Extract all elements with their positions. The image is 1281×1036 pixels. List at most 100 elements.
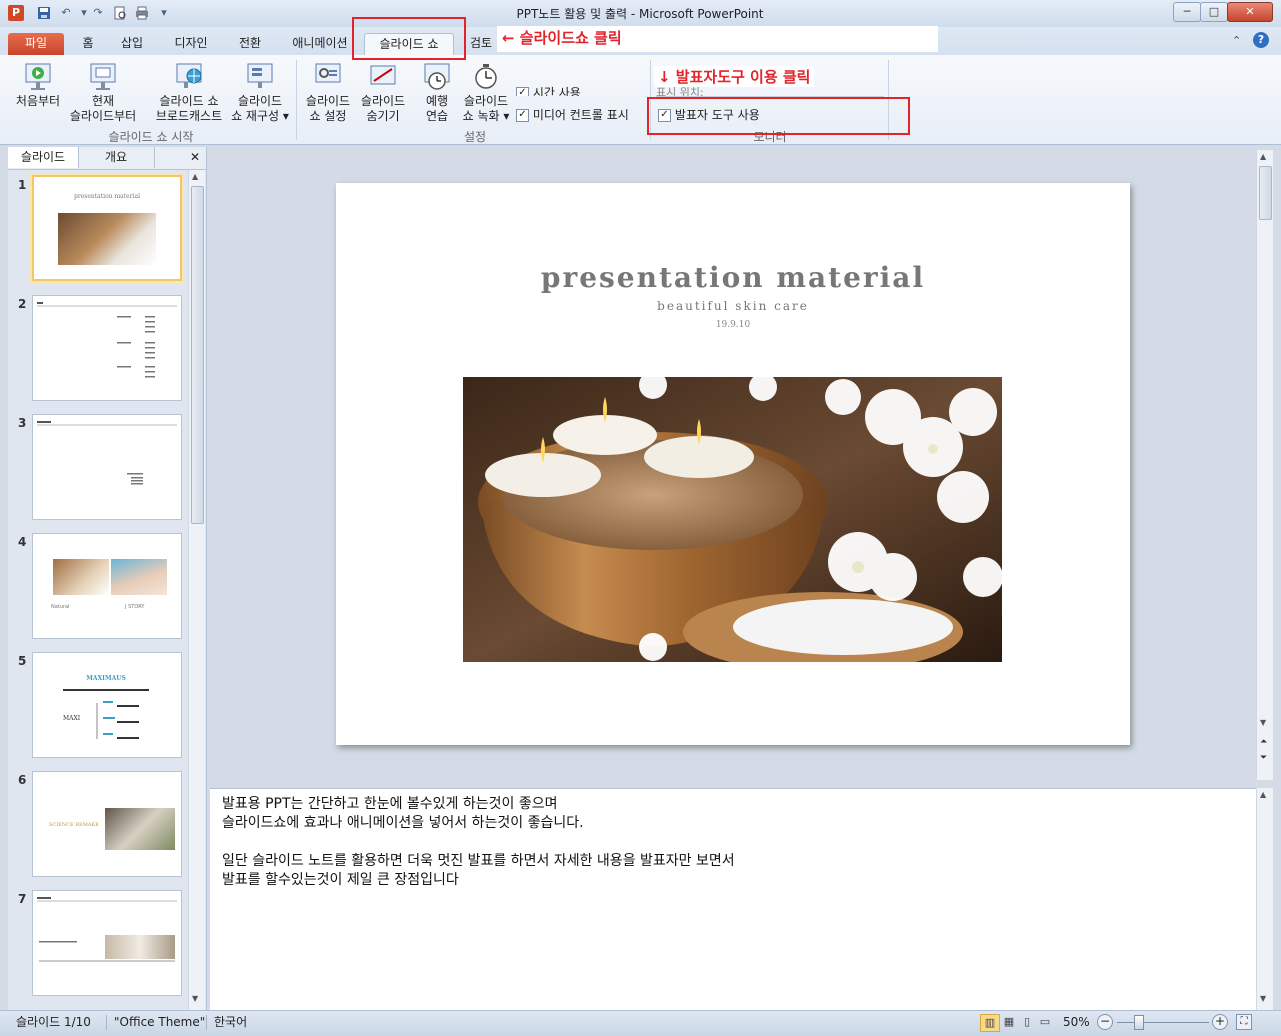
tab-file[interactable]: 파일 <box>8 33 64 55</box>
save-icon[interactable] <box>36 6 52 20</box>
annotation-presenter-click: ↓ 발표자도구 이용 클릭 <box>654 66 815 87</box>
slide-count: 슬라이드 1/10 <box>16 1015 91 1029</box>
notes-line: 슬라이드쇼에 효과나 애니메이션을 넣어서 하는것이 좋습니다. <box>222 815 584 831</box>
button-label: 예행 <box>425 94 449 108</box>
scroll-down-icon[interactable]: ▼ <box>1260 994 1266 1003</box>
button-label: 슬라이드부터 <box>69 109 137 123</box>
slide-thumbnail-1[interactable]: presentation material <box>32 175 182 281</box>
button-label: 슬라이드 <box>360 94 406 108</box>
slide-photo[interactable] <box>463 377 1002 662</box>
scroll-thumb[interactable] <box>191 186 204 524</box>
thumb-outline-lines <box>37 421 177 485</box>
thumb-caption: Natural <box>51 604 70 610</box>
fit-to-window-icon[interactable]: ⛶ <box>1236 1014 1252 1030</box>
slide-thumbnail-2[interactable] <box>32 295 182 401</box>
scroll-up-icon[interactable]: ▲ <box>1260 152 1266 161</box>
scroll-thumb[interactable] <box>1259 166 1272 220</box>
tab-animations[interactable]: 애니메이션 <box>282 33 358 55</box>
record-timer-icon <box>471 62 501 92</box>
setup-slideshow-button[interactable]: 슬라이드 쇼 설정 <box>300 58 356 124</box>
tab-design[interactable]: 디자인 <box>164 33 218 55</box>
print-icon[interactable] <box>134 6 150 20</box>
checkbox-label: 시간 사용 <box>532 86 581 96</box>
theme-name[interactable]: "Office Theme" <box>114 1011 205 1033</box>
tab-insert[interactable]: 삽입 <box>112 33 152 55</box>
notes-pane[interactable]: 발표용 PPT는 간단하고 한눈에 볼수있게 하는것이 좋으며 슬라이드쇼에 효… <box>210 788 1256 1011</box>
help-icon[interactable]: ? <box>1253 32 1269 48</box>
close-icon[interactable]: ✕ <box>186 147 204 168</box>
main-scrollbar[interactable]: ▲ ▼ ⏶ ⏷ <box>1256 150 1273 780</box>
button-label: 브로드캐스트 <box>155 109 223 123</box>
tab-home[interactable]: 홈 <box>72 33 104 55</box>
checkbox-checked-icon: ✓ <box>516 87 529 96</box>
close-button[interactable]: ✕ <box>1227 2 1273 22</box>
panel-scrollbar[interactable]: ▲ ▼ <box>188 170 205 1010</box>
tab-transitions[interactable]: 전환 <box>228 33 272 55</box>
hide-slide-button[interactable]: 슬라이드 숨기기 <box>356 58 410 124</box>
checkbox-label: 미디어 컨트롤 표시 <box>532 108 629 122</box>
slide-number: 5 <box>18 654 27 668</box>
minimize-button[interactable]: ─ <box>1173 2 1201 22</box>
show-media-controls-checkbox[interactable]: ✓ 미디어 컨트롤 표시 <box>516 106 629 123</box>
thumb-photo <box>53 559 109 595</box>
previous-slide-icon[interactable]: ⏶ <box>1260 738 1267 747</box>
slide-thumbnail-4[interactable]: Natural J STORY <box>32 533 182 639</box>
thumb-title: presentation material <box>74 193 140 200</box>
from-current-slide-button[interactable]: 현재 슬라이드부터 <box>66 58 140 124</box>
button-label: 처음부터 <box>15 94 61 108</box>
current-slide[interactable]: presentation material beautiful skin car… <box>336 183 1130 745</box>
status-bar: 슬라이드 1/10 "Office Theme" 한국어 ▥ ▦ ▯ ▭ 50%… <box>0 1010 1281 1036</box>
title-bar: P ↶ ▾ ↷ ▾ PPT노트 활용 및 출력 - Microsoft Powe… <box>0 0 1281 28</box>
scroll-down-icon[interactable]: ▼ <box>192 994 198 1003</box>
custom-slideshow-button[interactable]: 슬라이드 쇼 재구성 ▾ <box>228 58 292 124</box>
checkbox-checked-icon: ✓ <box>516 109 529 122</box>
slideshow-view-icon[interactable]: ▭ <box>1036 1014 1054 1030</box>
slide-thumbnail-3[interactable] <box>32 414 182 520</box>
maximize-button[interactable]: □ <box>1200 2 1228 22</box>
language[interactable]: 한국어 <box>214 1011 247 1033</box>
tab-slides[interactable]: 슬라이드 <box>8 147 79 168</box>
record-slideshow-button[interactable]: 슬라이드 쇼 녹화 ▾ <box>458 58 514 124</box>
scroll-down-icon[interactable]: ▼ <box>1260 718 1266 727</box>
group-label-start: 슬라이드 쇼 시작 <box>108 130 194 144</box>
redo-icon[interactable]: ↷ <box>90 6 106 20</box>
slide-thumbnail-5[interactable]: MAXIMAUS MAXI <box>32 652 182 758</box>
from-beginning-button[interactable]: 처음부터 <box>10 58 66 109</box>
slide-sorter-icon[interactable]: ▦ <box>1000 1014 1018 1030</box>
slide-thumbnail-7[interactable] <box>32 890 182 996</box>
thumb-diagram <box>63 689 149 739</box>
zoom-slider-thumb[interactable] <box>1133 1015 1144 1030</box>
reading-view-icon[interactable]: ▯ <box>1018 1014 1036 1030</box>
slide-date[interactable]: 19.9.10 <box>336 320 1130 330</box>
tab-outline[interactable]: 개요 <box>78 147 155 168</box>
group-separator <box>296 60 297 140</box>
notes-text[interactable]: 발표용 PPT는 간단하고 한눈에 볼수있게 하는것이 좋으며 슬라이드쇼에 효… <box>222 795 1242 890</box>
undo-icon[interactable]: ↶ <box>58 6 74 20</box>
rehearse-timings-button[interactable]: 예행 연습 <box>416 58 458 124</box>
slide-title[interactable]: presentation material <box>336 261 1130 294</box>
preview-icon[interactable] <box>112 6 128 20</box>
annotation-highlight-box <box>647 97 910 135</box>
window-title: PPT노트 활용 및 출력 - Microsoft PowerPoint <box>516 7 764 21</box>
notes-scrollbar[interactable]: ▲ ▼ <box>1256 788 1273 1010</box>
zoom-out-button[interactable]: − <box>1097 1014 1113 1030</box>
slide-thumbnail-6[interactable]: SCIENCE REMAKE <box>32 771 182 877</box>
zoom-slider-track[interactable] <box>1117 1022 1209 1023</box>
tab-review[interactable]: 검토 <box>462 33 500 55</box>
button-label: 연습 <box>425 109 449 123</box>
slide-number: 7 <box>18 892 27 906</box>
use-timings-checkbox[interactable]: ✓ 시간 사용 <box>516 84 581 96</box>
thumb-photo <box>58 213 156 265</box>
next-slide-icon[interactable]: ⏷ <box>1260 754 1267 763</box>
normal-view-icon[interactable]: ▥ <box>980 1014 1000 1032</box>
button-label: 슬라이드 <box>463 94 509 108</box>
zoom-in-button[interactable]: + <box>1212 1014 1228 1030</box>
broadcast-slideshow-button[interactable]: 슬라이드 쇼 브로드캐스트 <box>150 58 228 124</box>
powerpoint-app-icon[interactable]: P <box>8 5 24 21</box>
collapse-ribbon-icon[interactable]: ⌃ <box>1232 34 1241 47</box>
slide-subtitle[interactable]: beautiful skin care <box>336 299 1130 313</box>
zoom-level[interactable]: 50% <box>1063 1011 1090 1033</box>
scroll-up-icon[interactable]: ▲ <box>192 172 198 181</box>
customize-icon[interactable]: ▾ <box>156 6 172 20</box>
scroll-up-icon[interactable]: ▲ <box>1260 790 1266 799</box>
